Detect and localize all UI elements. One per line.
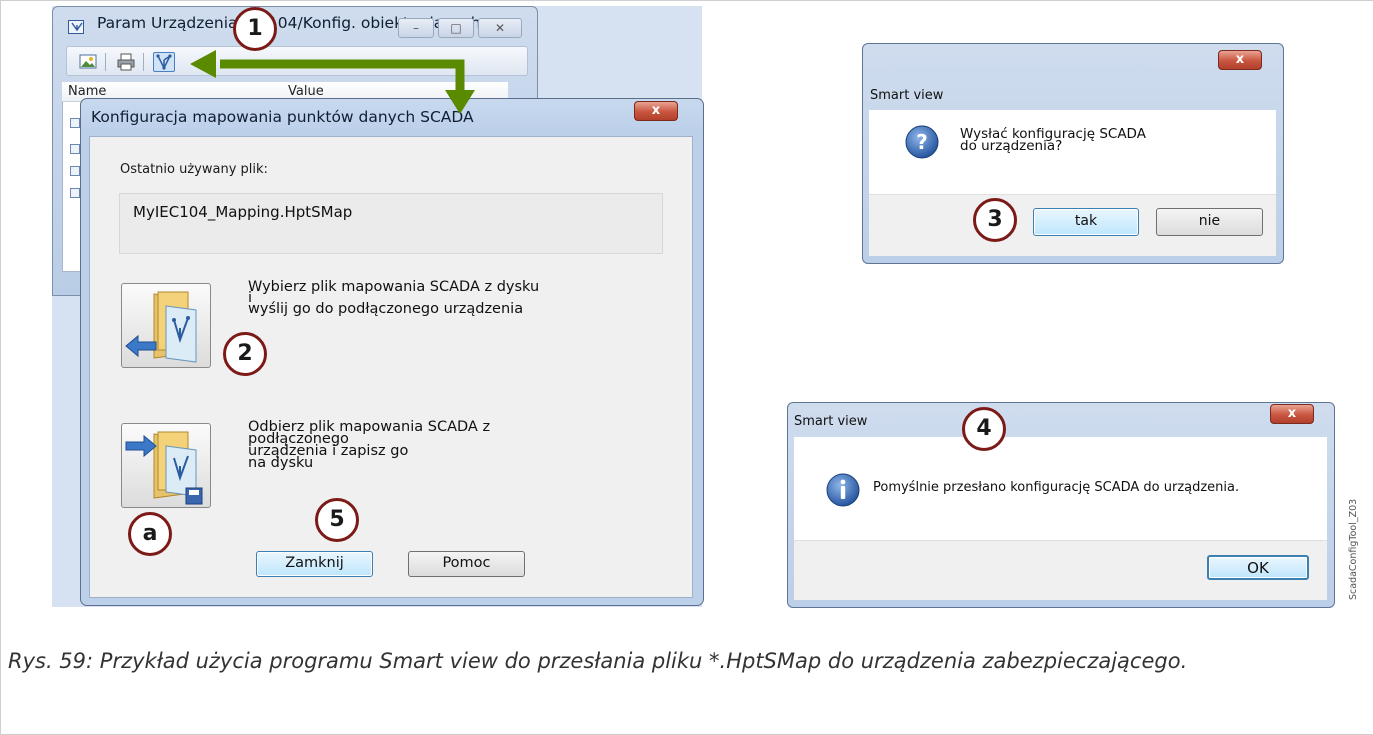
folder-receive-save-icon [125,431,203,505]
image-icon[interactable] [77,52,99,72]
help-button[interactable]: Pomoc [408,551,525,577]
toolbar-separator [143,53,144,71]
success-dialog-title: Smart view [794,414,868,429]
receive-action-text: Odbierz plik mapowania SCADA z podłączon… [248,419,491,471]
no-button[interactable]: nie [1156,208,1263,236]
success-close-x-button[interactable]: x [1270,404,1314,424]
folder-send-icon [125,291,197,363]
svg-text:?: ? [916,130,928,154]
print-icon[interactable] [115,52,137,72]
callout-5: 5 [315,498,359,542]
ok-button[interactable]: OK [1207,555,1309,580]
scada-mapping-icon[interactable] [153,52,175,72]
send-mapping-button[interactable] [121,283,211,368]
info-icon [826,473,860,507]
window-app-icon [68,20,84,34]
scada-close-x-button[interactable]: x [634,101,678,121]
callout-2: 2 [223,332,267,376]
close-button[interactable]: Zamknij [256,551,373,577]
column-name[interactable]: Name [68,84,106,99]
param-toolbar [66,46,528,76]
close-icon[interactable]: ✕ [478,18,522,38]
figure-caption: Rys. 59: Przykład użycia programu Smart … [8,649,1188,673]
callout-1: 1 [233,7,277,51]
row-icon [70,188,80,198]
confirm-message: Wysłać konfigurację SCADA do urządzenia? [960,126,1146,154]
last-used-label: Ostatnio używany plik: [120,162,268,177]
callout-4: 4 [962,407,1006,451]
question-icon: ? [905,125,939,159]
yes-button[interactable]: tak [1033,208,1139,236]
row-icon [70,118,80,128]
row-icon [70,144,80,154]
confirm-close-x-button[interactable]: x [1218,50,1262,70]
figure-id-label: ScadaConfigTool_Z03 [1348,498,1359,600]
receive-mapping-button[interactable] [121,423,211,508]
toolbar-separator [105,53,106,71]
column-value[interactable]: Value [288,84,324,99]
minimize-icon[interactable]: – [398,18,434,38]
success-message: Pomyślnie przesłano konfigurację SCADA d… [873,480,1240,495]
send-action-text: Wybierz plik mapowania SCADA z dysku i w… [248,279,540,317]
scada-dialog-title: Konfiguracja mapowania punktów danych SC… [91,108,474,126]
maximize-icon[interactable]: □ [438,18,474,38]
callout-3: 3 [973,198,1017,242]
confirm-dialog-title: Smart view [870,88,944,103]
callout-a: a [128,512,172,556]
window-controls: – □ ✕ [398,18,526,40]
last-used-file: MyIEC104_Mapping.HptSMap [133,203,353,221]
row-icon [70,166,80,176]
